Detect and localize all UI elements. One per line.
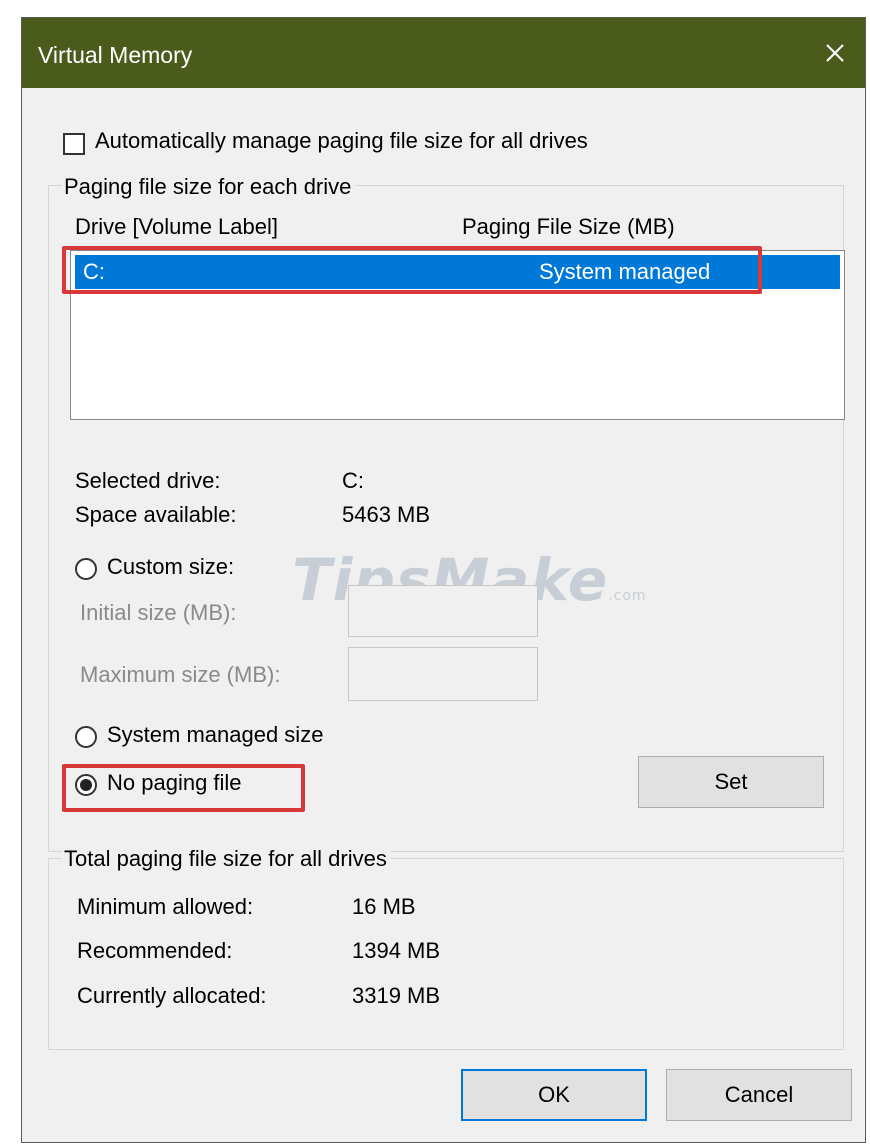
maximum-size-input[interactable] [348,647,538,701]
maximum-size-label: Maximum size (MB): [80,662,281,687]
initial-size-input[interactable] [348,585,538,637]
title-bar: Virtual Memory [22,18,865,88]
currently-allocated-label: Currently allocated: [77,983,267,1008]
space-available-value: 5463 MB [342,502,431,527]
column-header-size: Paging File Size (MB) [462,214,675,239]
cancel-button[interactable]: Cancel [666,1069,852,1121]
initial-size-label: Initial size (MB): [80,600,237,625]
system-managed-radio[interactable] [75,726,97,748]
currently-allocated-value: 3319 MB [352,983,441,1008]
set-button[interactable]: Set [638,756,824,808]
close-icon [826,44,844,62]
auto-manage-label[interactable]: Automatically manage paging file size fo… [95,128,588,154]
totals-group-legend: Total paging file size for all drives [62,846,391,872]
selected-drive-value: C: [342,468,364,493]
highlight-drive-row [62,246,762,294]
custom-size-radio[interactable] [75,558,97,580]
column-header-drive: Drive [Volume Label] [75,214,278,239]
paging-group-legend: Paging file size for each drive [62,174,356,200]
virtual-memory-dialog: Virtual Memory Automatically manage pagi… [21,17,866,1143]
minimum-allowed-value: 16 MB [352,894,416,919]
auto-manage-checkbox[interactable] [63,133,85,155]
recommended-label: Recommended: [77,938,233,963]
window-title: Virtual Memory [38,42,193,68]
system-managed-label[interactable]: System managed size [107,722,323,748]
space-available-label: Space available: [75,502,237,527]
watermark-suffix: .com [608,588,647,604]
recommended-value: 1394 MB [352,938,441,963]
close-button[interactable] [805,18,865,88]
custom-size-label[interactable]: Custom size: [107,554,234,580]
selected-drive-label: Selected drive: [75,468,221,493]
ok-button[interactable]: OK [461,1069,647,1121]
highlight-no-paging [62,764,305,812]
minimum-allowed-label: Minimum allowed: [77,894,254,919]
